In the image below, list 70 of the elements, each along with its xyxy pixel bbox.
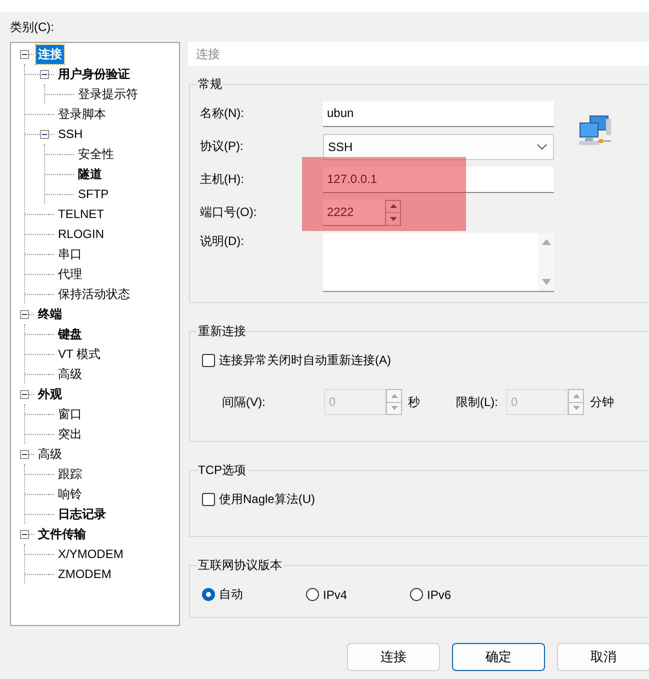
checkbox-label: 连接异常关闭时自动重新连接(A) (219, 352, 391, 369)
tree-item[interactable]: 突出 (56, 424, 84, 444)
tree-item[interactable]: 键盘 (56, 324, 84, 344)
category-label: 类别(C): (10, 19, 55, 35)
unit-label: 分钟 (590, 394, 614, 410)
collapse-icon[interactable] (40, 70, 49, 78)
tree-item[interactable]: 响铃 (56, 484, 84, 504)
tree-item[interactable]: 高级 (36, 444, 64, 464)
tree-item[interactable]: 连接 (36, 44, 64, 64)
radio-label: IPv6 (427, 588, 452, 602)
radio-button[interactable] (306, 588, 319, 601)
radio-label: IPv4 (323, 588, 348, 602)
group-title: 互联网协议版本 (197, 557, 283, 574)
tree-item[interactable]: 文件传输 (36, 524, 88, 544)
checkbox[interactable] (202, 493, 215, 506)
field-label: 说明(D): (200, 233, 245, 250)
tree-item[interactable]: 隧道 (76, 164, 104, 184)
tree-item[interactable]: SSH (56, 126, 85, 142)
dialog-button[interactable]: 取消 (557, 643, 649, 671)
input-field[interactable]: 127.0.0.1 (323, 166, 554, 192)
chevron-down-icon (537, 144, 547, 150)
tree-item[interactable]: 终端 (36, 304, 64, 324)
field-label: 协议(P): (200, 138, 244, 155)
tree-item[interactable]: VT 模式 (56, 344, 102, 364)
group-title: 常规 (197, 76, 223, 93)
checkbox[interactable] (202, 354, 215, 367)
tree-item[interactable]: 登录提示符 (76, 84, 140, 104)
dialog-button[interactable]: 连接 (347, 643, 440, 671)
tree-item[interactable]: 安全性 (76, 144, 116, 164)
description-field[interactable] (323, 233, 554, 292)
dialog-button[interactable]: 确定 (452, 643, 545, 671)
tree-item[interactable]: X/YMODEM (56, 546, 126, 562)
tree-item[interactable]: 串口 (56, 244, 84, 264)
group-title: 重新连接 (197, 323, 247, 340)
collapse-icon[interactable] (40, 130, 49, 138)
tree-item[interactable]: 保持活动状态 (56, 284, 132, 304)
radio-label: 自动 (219, 586, 243, 603)
unit-label: 秒 (408, 394, 420, 410)
tree-item[interactable]: 高级 (56, 364, 84, 384)
radio-button[interactable] (410, 588, 423, 601)
collapse-icon[interactable] (20, 50, 29, 58)
collapse-icon[interactable] (20, 530, 29, 538)
checkbox-label: 使用Nagle算法(U) (219, 491, 316, 508)
field-label: 端口号(O): (200, 204, 258, 221)
tree-item[interactable]: 窗口 (56, 404, 84, 424)
tree-item[interactable]: 登录脚本 (56, 104, 108, 124)
tree-item[interactable]: RLOGIN (56, 226, 106, 242)
field-label: 主机(H): (200, 171, 245, 188)
computers-icon (578, 115, 612, 147)
tree-item[interactable]: 外观 (36, 384, 64, 404)
collapse-icon[interactable] (20, 390, 29, 398)
group-title: TCP选项 (197, 462, 247, 479)
port-field[interactable]: 2222 (323, 200, 385, 226)
spinner-arrows[interactable] (385, 200, 401, 226)
tree-item[interactable]: TELNET (56, 206, 106, 222)
tree-item[interactable]: SFTP (76, 186, 111, 202)
field-label: 间隔(V): (222, 394, 266, 410)
tree-item[interactable]: 跟踪 (56, 464, 84, 484)
tree-item[interactable]: 用户身份验证 (56, 64, 132, 84)
collapse-icon[interactable] (20, 310, 29, 318)
tree-item[interactable]: ZMODEM (56, 566, 114, 582)
field-label: 名称(N): (200, 105, 245, 122)
tree-item[interactable]: 代理 (56, 264, 84, 284)
radio-button[interactable] (202, 588, 215, 601)
field-label: 限制(L): (456, 394, 499, 410)
page-title: 连接 (188, 42, 649, 66)
collapse-icon[interactable] (20, 450, 29, 458)
protocol-dropdown[interactable]: SSH (323, 134, 554, 160)
input-field[interactable]: ubun (323, 100, 554, 126)
tree-item[interactable]: 日志记录 (56, 504, 108, 524)
